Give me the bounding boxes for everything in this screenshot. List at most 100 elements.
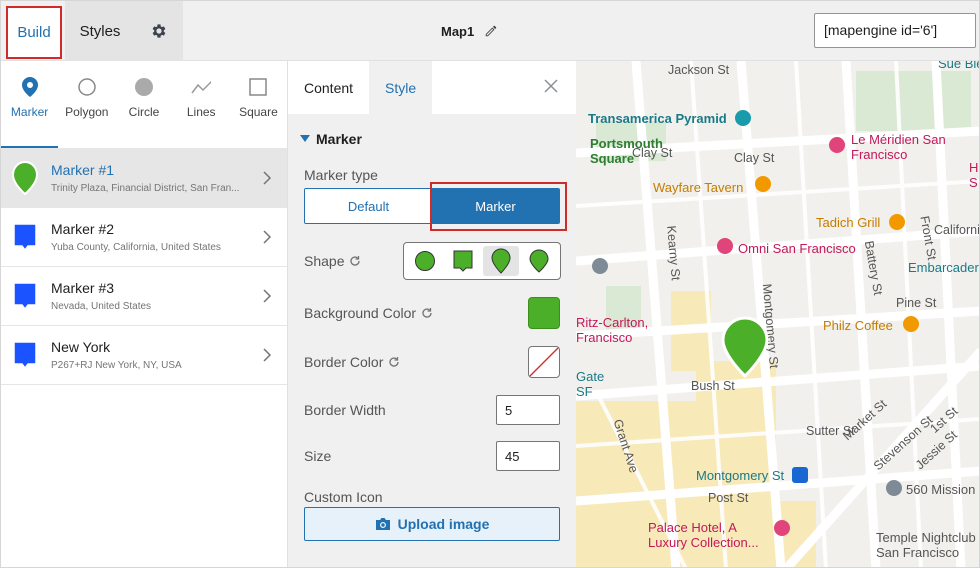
- blue-square-marker-icon: [13, 341, 37, 370]
- border-color-swatch-empty[interactable]: [528, 346, 560, 378]
- chevron-right-icon: [263, 289, 272, 303]
- bg-color-label-text: Background Color: [304, 305, 417, 321]
- custom-icon-label: Custom Icon: [304, 489, 383, 505]
- pencil-icon[interactable]: [484, 24, 498, 38]
- poi-label: Tadich Grill: [816, 215, 881, 230]
- tab-content[interactable]: Content: [288, 61, 369, 114]
- shape-circle-option[interactable]: [407, 246, 443, 276]
- tab-style[interactable]: Style: [369, 61, 433, 114]
- poi-label: Temple Nightclub San Francisco: [876, 530, 976, 560]
- border-color-label-text: Border Color: [304, 354, 384, 370]
- shape-label: Shape: [304, 253, 361, 269]
- green-map-marker[interactable]: [721, 316, 769, 378]
- tab-lines[interactable]: Lines: [173, 61, 230, 148]
- top-bar: Build Styles Map1 [mapengine id='6']: [1, 1, 979, 61]
- poi-label: Transamerica Pyramid: [588, 111, 727, 126]
- settings-panel: Content Style Marker Marker type Default…: [288, 61, 576, 567]
- marker-type-default-button[interactable]: Default: [305, 189, 432, 223]
- section-title: Marker: [316, 131, 362, 147]
- reset-icon[interactable]: [388, 356, 400, 368]
- marker-address: P267+RJ New York, NY, USA: [51, 360, 182, 371]
- tab-circle[interactable]: Circle: [115, 61, 172, 148]
- poi-label: Le Méridien San Francisco: [851, 132, 946, 162]
- transit-icon: [792, 467, 808, 483]
- hotel-poi-icon: [774, 520, 790, 536]
- tab-marker[interactable]: Marker: [1, 61, 59, 148]
- poi-label: Ritz-Carlton, Francisco: [576, 315, 649, 345]
- marker-name: Marker #3: [51, 280, 115, 296]
- chevron-right-icon: [263, 348, 272, 362]
- restaurant-poi-icon: [889, 214, 905, 230]
- marker-address: Yuba County, California, United States: [51, 242, 221, 253]
- street-label: Clay St: [734, 151, 775, 165]
- square-outline-icon: [248, 77, 268, 97]
- reset-icon[interactable]: [421, 307, 433, 319]
- map-canvas[interactable]: Clay St Clay St Jackson St Pine St Bush …: [576, 61, 980, 567]
- marker-name: Marker #2: [51, 221, 115, 237]
- layers-panel: Marker Polygon Circle Lines Square Marke…: [1, 61, 288, 567]
- marker-type-label: Marker type: [304, 167, 378, 183]
- shape-pin-option[interactable]: [483, 246, 519, 276]
- map-title: Map1: [441, 23, 475, 39]
- blue-square-marker-icon: [13, 282, 37, 311]
- border-width-input[interactable]: 5: [496, 395, 560, 425]
- hotel-poi-icon: [717, 238, 733, 254]
- section-header-marker[interactable]: Marker: [300, 131, 362, 147]
- size-input[interactable]: 45: [496, 441, 560, 471]
- poi-label: Montgomery St: [696, 468, 785, 483]
- cafe-poi-icon: [903, 316, 919, 332]
- marker-list-item[interactable]: Marker #2 Yuba County, California, United…: [1, 208, 287, 267]
- shape-label-text: Shape: [304, 253, 345, 269]
- upload-label: Upload image: [397, 516, 490, 532]
- reset-icon[interactable]: [349, 255, 361, 267]
- bg-color-swatch[interactable]: [528, 297, 560, 329]
- tab-label: Polygon: [65, 105, 109, 119]
- shape-teardrop-option[interactable]: [521, 246, 557, 276]
- tab-label: Square: [239, 105, 278, 119]
- marker-name: New York: [51, 339, 111, 355]
- blue-square-marker-icon: [13, 223, 37, 252]
- tab-polygon[interactable]: Polygon: [58, 61, 115, 148]
- poi-label: Philz Coffee: [823, 318, 893, 333]
- square-marker-shape-icon: [453, 250, 473, 272]
- street-label: California: [934, 223, 980, 237]
- green-pin-icon: [11, 160, 39, 196]
- marker-list-item[interactable]: Marker #1 Trinity Plaza, Financial Distri…: [1, 149, 287, 208]
- church-poi-icon: [592, 258, 608, 274]
- circle-outline-icon: [77, 77, 97, 97]
- tab-square[interactable]: Square: [230, 61, 287, 148]
- marker-list-item[interactable]: Marker #3 Nevada, United States: [1, 267, 287, 326]
- poi-label: 560 Mission: [906, 482, 976, 497]
- bg-color-label: Background Color: [304, 305, 433, 321]
- pin-shape-icon: [491, 248, 511, 274]
- tab-styles[interactable]: Styles: [65, 1, 135, 61]
- marker-list-item[interactable]: New York P267+RJ New York, NY, USA: [1, 326, 287, 385]
- circle-shape-icon: [415, 251, 435, 271]
- tab-build[interactable]: Build: [6, 6, 62, 59]
- shortcode-field[interactable]: [mapengine id='6']: [814, 13, 976, 48]
- panel-tabs: Content Style: [288, 61, 576, 114]
- hotel-poi-icon: [829, 137, 845, 153]
- settings-button[interactable]: [135, 1, 183, 61]
- tab-label: Lines: [186, 105, 216, 119]
- close-icon[interactable]: [544, 79, 558, 93]
- poi-label: Gate SF: [576, 369, 605, 399]
- border-color-label: Border Color: [304, 354, 400, 370]
- size-label: Size: [304, 448, 332, 464]
- marker-name: Marker #1: [51, 162, 115, 178]
- camera-icon: [375, 518, 390, 530]
- upload-image-button[interactable]: Upload image: [304, 507, 560, 541]
- marker-address: Nevada, United States: [51, 301, 152, 312]
- no-color-icon: [529, 347, 559, 377]
- poi-label: Sue Bie: [938, 61, 980, 71]
- poi-label: Omni San Francisco: [738, 241, 856, 256]
- street-label: Pine St: [896, 296, 937, 310]
- poi-label: Embarcader: [908, 260, 979, 275]
- teardrop-shape-icon: [529, 249, 549, 273]
- app-window: Build Styles Map1 [mapengine id='6'] Mar…: [0, 0, 980, 568]
- polyline-icon: [191, 77, 212, 97]
- poi-label: Wayfare Tavern: [653, 180, 744, 195]
- caret-down-icon: [300, 135, 310, 142]
- map-pin-icon: [20, 77, 40, 97]
- shape-square-option[interactable]: [445, 246, 481, 276]
